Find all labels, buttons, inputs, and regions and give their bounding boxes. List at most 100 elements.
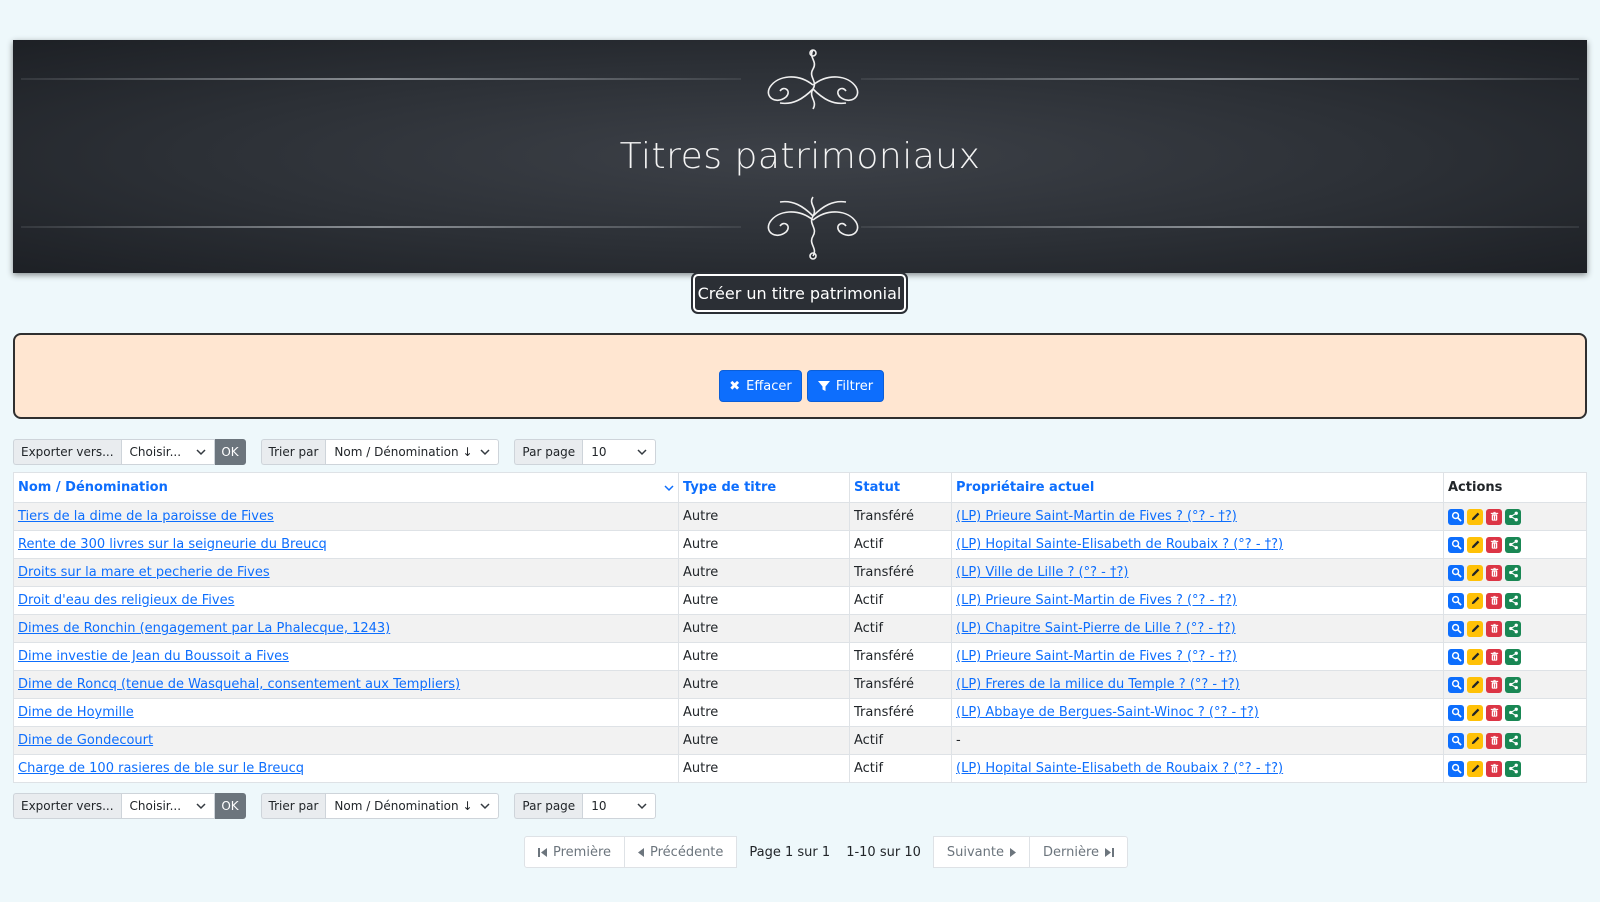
- per-page-select-value: 10: [591, 799, 607, 813]
- view-button[interactable]: [1448, 676, 1464, 693]
- owner-link[interactable]: (LP) Abbaye de Bergues-Saint-Winoc ? (°?…: [956, 705, 1259, 720]
- delete-button[interactable]: [1486, 620, 1502, 637]
- title-link[interactable]: Droit d'eau des religieux de Fives: [18, 593, 234, 608]
- view-button[interactable]: [1448, 732, 1464, 749]
- owner-link[interactable]: (LP) Freres de la milice du Temple ? (°?…: [956, 677, 1240, 692]
- edit-button[interactable]: [1467, 704, 1483, 721]
- title-link[interactable]: Charge de 100 rasieres de ble sur le Bre…: [18, 761, 304, 776]
- per-page-select[interactable]: 10: [582, 439, 657, 465]
- edit-button[interactable]: [1467, 536, 1483, 553]
- pencil-icon: [1470, 567, 1481, 578]
- view-button[interactable]: [1448, 620, 1464, 637]
- owner-link[interactable]: (LP) Hopital Sainte-Elisabeth de Roubaix…: [956, 761, 1283, 776]
- owner-link[interactable]: (LP) Hopital Sainte-Elisabeth de Roubaix…: [956, 537, 1283, 552]
- apply-filter-button[interactable]: Filtrer: [807, 370, 884, 402]
- type-cell: Autre: [678, 586, 850, 615]
- filter-panel: ✖ Effacer Filtrer: [13, 333, 1587, 419]
- share-button[interactable]: [1505, 508, 1521, 525]
- caret-left-icon: [638, 847, 644, 857]
- delete-button[interactable]: [1486, 536, 1502, 553]
- title-link[interactable]: Droits sur la mare et pecherie de Fives: [18, 565, 270, 580]
- share-button[interactable]: [1505, 536, 1521, 553]
- delete-button[interactable]: [1486, 760, 1502, 777]
- view-button[interactable]: [1448, 704, 1464, 721]
- title-link[interactable]: Tiers de la dime de la paroisse de Fives: [18, 509, 274, 524]
- top-toolbar: Exporter vers... Choisir... OK Trier par…: [13, 439, 657, 465]
- title-link[interactable]: Dime de Roncq (tenue de Wasquehal, conse…: [18, 677, 460, 692]
- export-select-value: Choisir...: [129, 445, 182, 459]
- edit-button[interactable]: [1467, 620, 1483, 637]
- owner-link[interactable]: (LP) Prieure Saint-Martin de Fives ? (°?…: [956, 593, 1237, 608]
- title-link[interactable]: Dime de Hoymille: [18, 705, 134, 720]
- share-button[interactable]: [1505, 620, 1521, 637]
- view-button[interactable]: [1448, 648, 1464, 665]
- sort-select-value: Nom / Dénomination ↓: [334, 445, 473, 459]
- edit-button[interactable]: [1467, 676, 1483, 693]
- share-button[interactable]: [1505, 564, 1521, 581]
- delete-button[interactable]: [1486, 564, 1502, 581]
- share-button[interactable]: [1505, 732, 1521, 749]
- name-cell: Droit d'eau des religieux de Fives: [13, 586, 679, 615]
- edit-button[interactable]: [1467, 732, 1483, 749]
- table-row: Dime de Hoymille Autre Transféré (LP) Ab…: [13, 698, 1587, 727]
- last-page-button[interactable]: Dernière: [1028, 836, 1128, 868]
- title-link[interactable]: Dime de Gondecourt: [18, 733, 153, 748]
- export-select[interactable]: Choisir...: [120, 793, 215, 819]
- search-icon: [1451, 623, 1462, 634]
- table-row: Dime investie de Jean du Boussoit a Five…: [13, 642, 1587, 671]
- column-header-status[interactable]: Statut: [849, 472, 952, 503]
- column-header-name[interactable]: Nom / Dénomination: [13, 472, 679, 503]
- view-button[interactable]: [1448, 564, 1464, 581]
- export-select[interactable]: Choisir...: [120, 439, 215, 465]
- create-title-button[interactable]: Créer un titre patrimonial: [691, 272, 908, 314]
- view-button[interactable]: [1448, 592, 1464, 609]
- export-ok-button[interactable]: OK: [214, 439, 246, 465]
- edit-button[interactable]: [1467, 564, 1483, 581]
- column-header-owner[interactable]: Propriétaire actuel: [951, 472, 1444, 503]
- delete-button[interactable]: [1486, 508, 1502, 525]
- per-page-select[interactable]: 10: [582, 793, 657, 819]
- next-page-button[interactable]: Suivante: [932, 836, 1030, 868]
- actions-cell: [1443, 670, 1587, 699]
- sort-select[interactable]: Nom / Dénomination ↓: [325, 439, 500, 465]
- delete-button[interactable]: [1486, 592, 1502, 609]
- name-cell: Charge de 100 rasieres de ble sur le Bre…: [13, 754, 679, 783]
- view-button[interactable]: [1448, 536, 1464, 553]
- edit-button[interactable]: [1467, 508, 1483, 525]
- previous-page-button[interactable]: Précédente: [624, 836, 738, 868]
- owner-cell: (LP) Chapitre Saint-Pierre de Lille ? (°…: [951, 614, 1444, 643]
- share-button[interactable]: [1505, 648, 1521, 665]
- title-link[interactable]: Dimes de Ronchin (engagement par La Phal…: [18, 621, 390, 636]
- owner-link[interactable]: (LP) Ville de Lille ? (°? - †?): [956, 565, 1128, 580]
- flourish-bottom-icon: [767, 196, 859, 260]
- column-header-type[interactable]: Type de titre: [678, 472, 850, 503]
- owner-link[interactable]: (LP) Prieure Saint-Martin de Fives ? (°?…: [956, 509, 1237, 524]
- clear-filter-button[interactable]: ✖ Effacer: [719, 370, 802, 402]
- title-link[interactable]: Rente de 300 livres sur la seigneurie du…: [18, 537, 327, 552]
- delete-button[interactable]: [1486, 732, 1502, 749]
- share-icon: [1508, 623, 1519, 634]
- share-button[interactable]: [1505, 760, 1521, 777]
- share-button[interactable]: [1505, 704, 1521, 721]
- delete-button[interactable]: [1486, 648, 1502, 665]
- per-page-group: Par page 10: [514, 793, 657, 819]
- type-cell: Autre: [678, 670, 850, 699]
- share-button[interactable]: [1505, 676, 1521, 693]
- delete-button[interactable]: [1486, 704, 1502, 721]
- edit-button[interactable]: [1467, 648, 1483, 665]
- edit-button[interactable]: [1467, 592, 1483, 609]
- view-button[interactable]: [1448, 760, 1464, 777]
- owner-link[interactable]: (LP) Chapitre Saint-Pierre de Lille ? (°…: [956, 621, 1236, 636]
- owner-link[interactable]: (LP) Prieure Saint-Martin de Fives ? (°?…: [956, 649, 1237, 664]
- share-button[interactable]: [1505, 592, 1521, 609]
- delete-button[interactable]: [1486, 676, 1502, 693]
- sort-select[interactable]: Nom / Dénomination ↓: [325, 793, 500, 819]
- trash-icon: [1489, 679, 1500, 690]
- title-link[interactable]: Dime investie de Jean du Boussoit a Five…: [18, 649, 289, 664]
- name-cell: Dime de Hoymille: [13, 698, 679, 727]
- first-page-button[interactable]: Première: [524, 836, 625, 868]
- view-button[interactable]: [1448, 508, 1464, 525]
- edit-button[interactable]: [1467, 760, 1483, 777]
- export-ok-button[interactable]: OK: [214, 793, 246, 819]
- type-cell: Autre: [678, 754, 850, 783]
